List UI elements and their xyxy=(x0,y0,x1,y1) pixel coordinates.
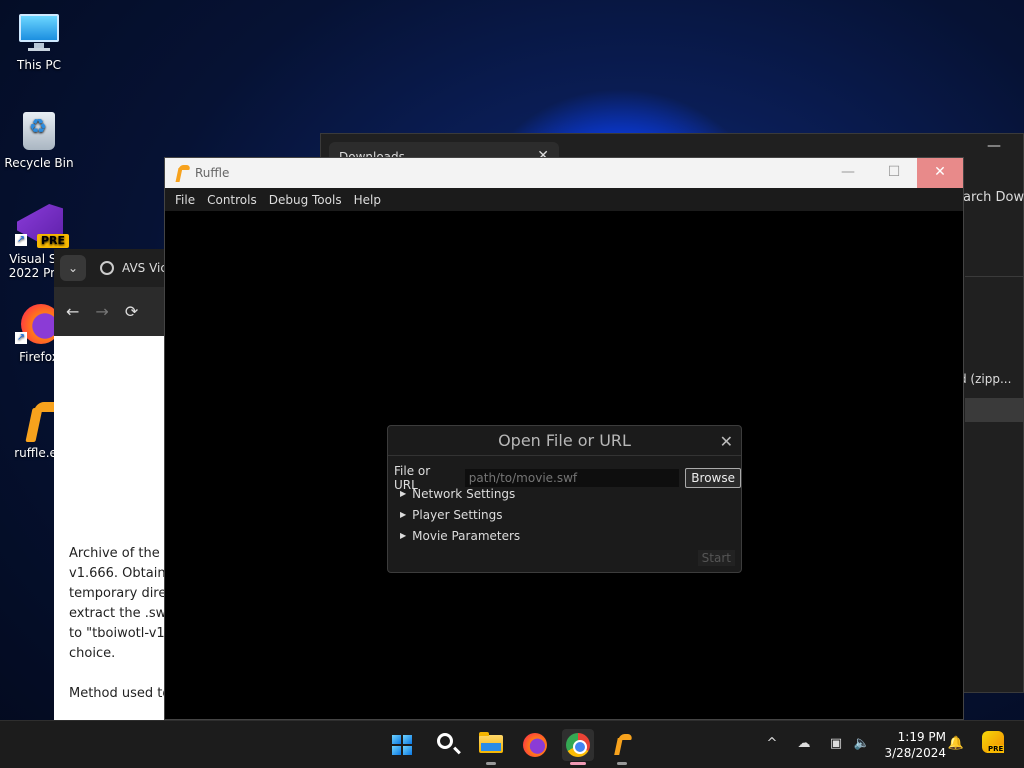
mouse-cursor-icon xyxy=(110,362,120,380)
search-button[interactable] xyxy=(431,729,463,761)
firefox-icon xyxy=(523,733,547,757)
triangle-right-icon: ▶ xyxy=(400,531,407,540)
clock[interactable]: 1:19 PM 3/28/2024 xyxy=(880,729,946,761)
maximize-button[interactable]: ☐ xyxy=(871,158,917,188)
copilot-icon[interactable] xyxy=(982,731,1005,753)
search-icon xyxy=(437,733,453,749)
notification-bell-icon[interactable]: 🔔 xyxy=(947,735,965,753)
chrome-window[interactable]: ⌄ AVS Vic ← → ⟳ Archive of the . v1.666.… xyxy=(54,249,174,720)
section-label: Movie Parameters xyxy=(412,529,521,543)
visual-studio-icon: PRE ↗ xyxy=(15,204,70,248)
body-line: choice. xyxy=(69,646,116,661)
body-line: v1.666. Obtaine xyxy=(69,566,174,581)
chrome-tabbar: ⌄ AVS Vic xyxy=(54,249,174,287)
ruffle-taskbar-button[interactable] xyxy=(606,729,638,765)
chrome-toolbar: ← → ⟳ xyxy=(54,287,174,336)
taskbar: ^ ☁ ▣ 🔈 1:19 PM 3/28/2024 🔔 xyxy=(0,720,1024,768)
file-explorer-icon xyxy=(479,732,503,753)
section-label: Network Settings xyxy=(412,487,516,501)
volume-muted-icon[interactable]: 🔈 xyxy=(853,735,871,753)
chrome-taskbar-button[interactable] xyxy=(562,729,594,765)
body-line: Archive of the . xyxy=(69,546,169,561)
menu-controls[interactable]: Controls xyxy=(207,193,257,207)
menu-bar: File Controls Debug Tools Help xyxy=(165,188,963,211)
explorer-file-item[interactable]: d (zipp... xyxy=(959,372,1024,386)
network-settings-toggle[interactable]: ▶ Network Settings xyxy=(400,487,515,501)
chrome-page-content: Archive of the . v1.666. Obtaine tempora… xyxy=(54,336,174,704)
desktop-icon-this-pc[interactable]: This PC xyxy=(0,10,78,72)
pre-badge: PRE xyxy=(37,234,70,248)
network-icon[interactable]: ▣ xyxy=(827,735,845,753)
desktop-icon-recycle-bin[interactable]: Recycle Bin xyxy=(0,108,78,170)
menu-file[interactable]: File xyxy=(175,193,195,207)
start-button[interactable] xyxy=(386,729,418,761)
desktop-icon-label: This PC xyxy=(17,58,61,72)
start-button[interactable]: Start xyxy=(697,550,735,566)
chrome-icon xyxy=(566,733,590,757)
chrome-tab-title: AVS Vic xyxy=(122,261,167,275)
back-icon[interactable]: ← xyxy=(66,302,79,321)
minimize-button[interactable]: — xyxy=(825,158,871,188)
windows-logo-icon xyxy=(392,735,412,755)
clock-date: 3/28/2024 xyxy=(884,746,946,760)
chevron-up-icon[interactable]: ^ xyxy=(763,735,781,753)
dialog-title: Open File or URL xyxy=(388,426,741,456)
recycle-bin-icon xyxy=(17,108,61,152)
globe-icon xyxy=(100,261,114,275)
section-label: Player Settings xyxy=(412,508,503,522)
movie-parameters-toggle[interactable]: ▶ Movie Parameters xyxy=(400,529,520,543)
file-url-input[interactable] xyxy=(464,469,680,487)
menu-help[interactable]: Help xyxy=(354,193,381,207)
clock-time: 1:19 PM xyxy=(897,730,946,744)
window-title: Ruffle xyxy=(195,166,230,180)
body-line: Method used to xyxy=(69,686,171,701)
onedrive-offline-icon[interactable]: ☁ xyxy=(795,735,813,753)
desktop-icon-label: Recycle Bin xyxy=(4,156,74,170)
explorer-search-box[interactable]: earch Dow xyxy=(955,184,1024,212)
triangle-right-icon: ▶ xyxy=(400,510,407,519)
shortcut-arrow-icon: ↗ xyxy=(15,234,27,246)
close-button[interactable]: ✕ xyxy=(917,158,963,188)
running-indicator xyxy=(617,762,627,765)
close-icon[interactable]: ✕ xyxy=(720,432,733,451)
ruffle-app-icon xyxy=(175,164,191,182)
body-line: temporary direc xyxy=(69,586,174,601)
player-stage[interactable]: Open File or URL ✕ File or URL Browse ▶N… xyxy=(165,211,963,719)
file-explorer-button[interactable] xyxy=(475,729,507,765)
running-indicator xyxy=(486,762,496,765)
open-file-dialog: Open File or URL ✕ File or URL Browse ▶N… xyxy=(387,425,742,573)
chrome-tab[interactable]: AVS Vic xyxy=(100,261,167,275)
ruffle-window[interactable]: Ruffle — ☐ ✕ File Controls Debug Tools H… xyxy=(164,157,964,720)
monitor-icon xyxy=(17,10,61,54)
menu-debug-tools[interactable]: Debug Tools xyxy=(269,193,342,207)
forward-icon[interactable]: → xyxy=(95,302,108,321)
body-line: to "tboiwotl-v1.6 xyxy=(69,626,174,641)
active-indicator xyxy=(570,762,586,765)
triangle-right-icon: ▶ xyxy=(400,489,407,498)
ruffle-titlebar[interactable]: Ruffle — ☐ ✕ xyxy=(165,158,963,188)
tab-search-icon[interactable]: ⌄ xyxy=(60,255,86,281)
firefox-taskbar-button[interactable] xyxy=(519,729,551,761)
reload-icon[interactable]: ⟳ xyxy=(125,302,138,321)
divider xyxy=(965,276,1024,277)
explorer-selected-row[interactable] xyxy=(965,398,1024,422)
body-line: extract the .swf xyxy=(69,606,171,621)
browse-button[interactable]: Browse xyxy=(685,468,741,488)
minimize-icon[interactable]: — xyxy=(987,138,1001,154)
player-settings-toggle[interactable]: ▶ Player Settings xyxy=(400,508,503,522)
shortcut-arrow-icon: ↗ xyxy=(15,332,27,344)
